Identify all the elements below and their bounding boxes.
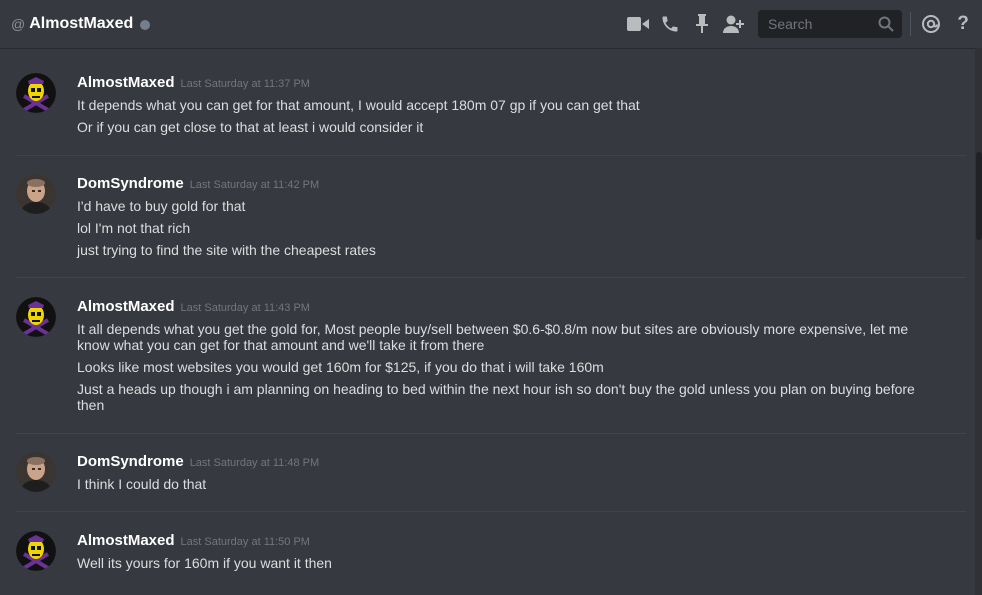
message-group: DomSyndrome Last Saturday at 11:42 PM I'd… xyxy=(16,174,966,266)
voice-call-icon[interactable] xyxy=(658,12,682,36)
video-call-icon[interactable] xyxy=(626,12,650,36)
message-timestamp: Last Saturday at 11:50 PM xyxy=(180,536,310,548)
scrollbar-thumb[interactable] xyxy=(976,152,982,240)
message-author[interactable]: AlmostMaxed Last Saturday at 11:43 PM xyxy=(77,297,310,318)
message-group: AlmostMaxed Last Saturday at 11:43 PM It … xyxy=(16,297,966,417)
message-text: I think I could do that xyxy=(77,476,207,492)
message-group: DomSyndrome Last Saturday at 11:48 PM I t… xyxy=(16,452,966,500)
message-divider xyxy=(16,511,966,512)
message-group: AlmostMaxed Last Saturday at 11:37 PM It … xyxy=(16,73,966,143)
mention-icon[interactable] xyxy=(919,12,943,36)
message-divider xyxy=(16,277,966,278)
author-name[interactable]: AlmostMaxed xyxy=(77,298,175,315)
search-input[interactable] xyxy=(766,15,880,33)
channel-name[interactable]: AlmostMaxed xyxy=(29,15,133,33)
skeletor-avatar[interactable] xyxy=(16,531,56,571)
author-name[interactable]: AlmostMaxed xyxy=(77,74,175,91)
pin-icon[interactable] xyxy=(690,12,714,36)
message-text: It all depends what you get the gold for… xyxy=(77,321,909,353)
search-box[interactable] xyxy=(758,10,902,38)
dm-at-icon: @ xyxy=(11,16,26,32)
skeletor-avatar[interactable] xyxy=(16,73,56,113)
add-friend-icon[interactable] xyxy=(722,12,746,36)
search-icon[interactable] xyxy=(878,16,894,37)
status-indicator xyxy=(140,20,151,30)
scrollbar-track[interactable] xyxy=(975,48,982,595)
author-name[interactable]: DomSyndrome xyxy=(77,453,184,470)
message-group: AlmostMaxed Last Saturday at 11:50 PM Wel… xyxy=(16,531,966,579)
message-timestamp: Last Saturday at 11:37 PM xyxy=(180,78,310,90)
message-timestamp: Last Saturday at 11:42 PM xyxy=(189,179,320,191)
message-text: Well its yours for 160m if you want it t… xyxy=(77,555,332,571)
message-author[interactable]: AlmostMaxed Last Saturday at 11:50 PM xyxy=(77,531,310,552)
message-divider xyxy=(16,433,966,434)
author-name[interactable]: AlmostMaxed xyxy=(77,532,175,549)
message-author[interactable]: DomSyndrome Last Saturday at 11:42 PM xyxy=(77,174,319,195)
message-text: lol I'm not that rich xyxy=(77,220,191,236)
message-text: Looks like most websites you would get 1… xyxy=(77,359,604,375)
message-text: Or if you can get close to that at least… xyxy=(77,119,424,135)
channel-header: @ AlmostMaxed ? xyxy=(0,0,982,48)
message-text: Just a heads up though i am planning on … xyxy=(77,381,915,413)
message-author[interactable]: DomSyndrome Last Saturday at 11:48 PM xyxy=(77,452,319,473)
message-text: It depends what you can get for that amo… xyxy=(77,97,640,113)
message-text: just trying to find the site with the ch… xyxy=(77,242,376,258)
photo-avatar[interactable] xyxy=(16,452,56,492)
photo-avatar[interactable] xyxy=(16,174,56,214)
message-text: I'd have to buy gold for that xyxy=(77,198,246,214)
message-divider xyxy=(16,155,966,156)
author-name[interactable]: DomSyndrome xyxy=(77,175,184,192)
message-list: AlmostMaxed Last Saturday at 11:37 PM It … xyxy=(0,48,975,595)
message-timestamp: Last Saturday at 11:43 PM xyxy=(180,302,310,314)
header-divider xyxy=(910,12,911,36)
skeletor-avatar[interactable] xyxy=(16,297,56,337)
message-timestamp: Last Saturday at 11:48 PM xyxy=(189,457,320,469)
help-icon[interactable]: ? xyxy=(951,12,975,36)
message-author[interactable]: AlmostMaxed Last Saturday at 11:37 PM xyxy=(77,73,310,94)
